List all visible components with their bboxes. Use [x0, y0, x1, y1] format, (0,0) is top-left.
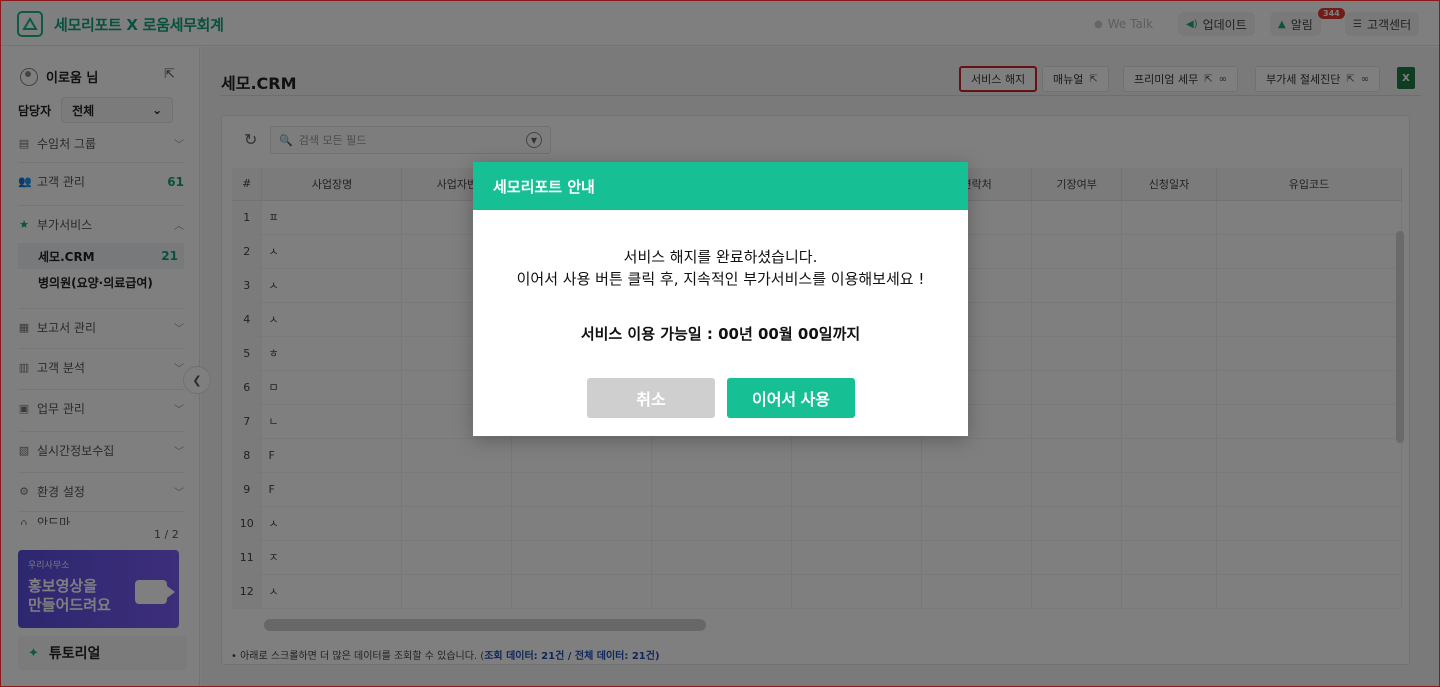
cancel-button[interactable]: 취소	[587, 378, 715, 418]
continue-use-button[interactable]: 이어서 사용	[727, 378, 855, 418]
modal-line-1: 서비스 해지를 완료하셨습니다.	[623, 248, 818, 266]
notice-modal: 세모리포트 안내 서비스 해지를 완료하셨습니다. 이어서 사용 버튼 클릭 후…	[473, 162, 968, 436]
modal-message: 서비스 해지를 완료하셨습니다. 이어서 사용 버튼 클릭 후, 지속적인 부가…	[473, 246, 968, 290]
availability-text: 서비스 이용 가능일 : 00년 00월 00일까지	[580, 325, 861, 343]
modal-line-2: 이어서 사용 버튼 클릭 후, 지속적인 부가서비스를 이용해보세요 !	[516, 270, 925, 288]
modal-title: 세모리포트 안내	[473, 162, 968, 210]
